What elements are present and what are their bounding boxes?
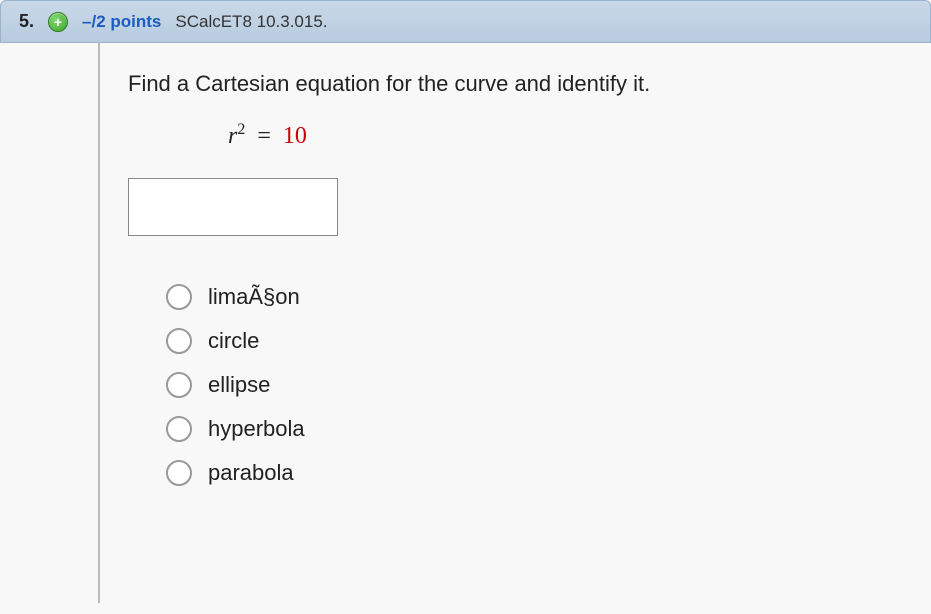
radio-icon[interactable] — [166, 460, 192, 486]
question-number: 5. — [19, 11, 34, 32]
equation-display: r2 = 10 — [228, 121, 911, 150]
option-parabola[interactable]: parabola — [166, 460, 911, 486]
option-label: limaÃ§on — [208, 284, 300, 310]
source-label: SCalcET8 10.3.015. — [175, 12, 327, 32]
option-label: hyperbola — [208, 416, 305, 442]
radio-icon[interactable] — [166, 328, 192, 354]
question-body: Find a Cartesian equation for the curve … — [100, 43, 931, 603]
question-header: 5. + –/2 points SCalcET8 10.3.015. — [0, 0, 931, 43]
question-prompt: Find a Cartesian equation for the curve … — [128, 71, 911, 97]
radio-icon[interactable] — [166, 284, 192, 310]
radio-icon[interactable] — [166, 372, 192, 398]
option-circle[interactable]: circle — [166, 328, 911, 354]
option-hyperbola[interactable]: hyperbola — [166, 416, 911, 442]
option-label: ellipse — [208, 372, 270, 398]
plus-icon[interactable]: + — [48, 12, 68, 32]
equation-equals: = — [257, 123, 271, 149]
option-label: parabola — [208, 460, 294, 486]
equation-exponent: 2 — [237, 121, 245, 138]
curve-type-options: limaÃ§on circle ellipse hyperbola parabo… — [166, 284, 911, 486]
equation-value: 10 — [283, 123, 307, 149]
points-label: –/2 points — [82, 12, 161, 32]
option-label: circle — [208, 328, 259, 354]
answer-input[interactable] — [128, 178, 338, 236]
equation-variable: r — [228, 123, 237, 149]
option-limacon[interactable]: limaÃ§on — [166, 284, 911, 310]
option-ellipse[interactable]: ellipse — [166, 372, 911, 398]
left-gutter — [0, 43, 100, 603]
content-wrap: Find a Cartesian equation for the curve … — [0, 43, 931, 603]
radio-icon[interactable] — [166, 416, 192, 442]
